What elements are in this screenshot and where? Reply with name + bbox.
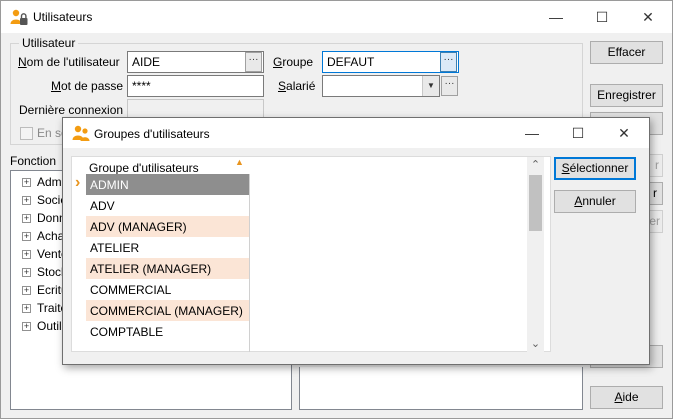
close-button[interactable]: ✕: [625, 1, 671, 33]
en-sommeil-checkbox[interactable]: [20, 127, 33, 140]
dialog-close-button[interactable]: ✕: [601, 118, 647, 148]
scrollbar-thumb[interactable]: [529, 175, 542, 231]
maximize-button[interactable]: ☐: [579, 1, 625, 33]
table-row[interactable]: COMMERCIAL (MANAGER): [86, 300, 249, 321]
dialog-title: Groupes d'utilisateurs: [94, 127, 210, 141]
password-label: Mot de passe: [51, 79, 124, 93]
functions-tree-items: + Adm + Socié + Donn + Acha + Vente + Stock + E…: [22, 175, 68, 337]
salarie-combobox[interactable]: ▼: [322, 75, 440, 97]
expand-icon[interactable]: +: [22, 232, 31, 242]
tree-item[interactable]: + Adm: [22, 175, 68, 193]
functions-label: Fonction: [10, 154, 57, 168]
annuler-button[interactable]: Annuler: [554, 190, 636, 213]
expand-icon[interactable]: +: [22, 250, 31, 260]
users-app-icon: [10, 9, 28, 25]
salarie-browse-button[interactable]: ···: [441, 76, 458, 96]
expand-icon[interactable]: +: [22, 322, 31, 332]
tree-item[interactable]: + Socié: [22, 193, 68, 211]
dialog-maximize-button[interactable]: ☐: [555, 118, 601, 148]
column-divider: [249, 174, 250, 352]
tree-item[interactable]: + Traite: [22, 301, 68, 319]
table-row[interactable]: ADV: [86, 195, 249, 216]
selectionner-button[interactable]: Sélectionner: [554, 157, 636, 180]
groupe-input[interactable]: DEFAUT: [322, 51, 459, 73]
current-row-indicator-icon: ›: [75, 174, 81, 191]
password-value: ****: [132, 79, 151, 93]
aide-button[interactable]: Aide: [590, 386, 663, 409]
table-row[interactable]: ATELIER (MANAGER): [86, 258, 249, 279]
expand-icon[interactable]: +: [22, 304, 31, 314]
sort-ascending-icon[interactable]: ▲: [235, 157, 244, 167]
scroll-down-icon[interactable]: ⌄: [527, 336, 544, 353]
tree-item[interactable]: + Vente: [22, 247, 68, 265]
groupes-dialog: Groupes d'utilisateurs — ☐ ✕ Groupe d'ut…: [62, 117, 650, 365]
effacer-button[interactable]: Effacer: [590, 41, 663, 64]
username-value: AIDE: [132, 55, 161, 69]
expand-icon[interactable]: +: [22, 268, 31, 278]
minimize-button[interactable]: —: [533, 1, 579, 33]
groupe-browse-button[interactable]: ···: [440, 52, 457, 72]
user-groupbox-title: Utilisateur: [19, 36, 79, 50]
groupe-value: DEFAUT: [327, 55, 375, 69]
window-title: Utilisateurs: [33, 10, 93, 24]
expand-icon[interactable]: +: [22, 178, 31, 188]
tree-item[interactable]: + Donn: [22, 211, 68, 229]
detail-panel[interactable]: [299, 367, 583, 410]
table-row[interactable]: COMMERCIAL: [86, 279, 249, 300]
table-row[interactable]: COMPTABLE: [86, 321, 249, 342]
enregistrer-button[interactable]: Enregistrer: [590, 84, 663, 107]
table-row[interactable]: ADMIN: [86, 174, 249, 195]
last-login-label: Dernière connexion: [19, 103, 124, 117]
username-label: Nom de l'utilisateur: [18, 55, 120, 69]
expand-icon[interactable]: +: [22, 286, 31, 296]
groupe-label: Groupe: [273, 55, 314, 69]
username-input[interactable]: AIDE: [127, 51, 264, 73]
table-row[interactable]: ADV (MANAGER): [86, 216, 249, 237]
salarie-label: Salarié: [278, 79, 316, 93]
tree-item[interactable]: + Ecritu: [22, 283, 68, 301]
table-row[interactable]: ATELIER: [86, 237, 249, 258]
salarie-value: [323, 81, 331, 87]
dialog-client: Groupe d'utilisateurs ▲ › ADMIN ADV ADV …: [63, 148, 649, 364]
expand-icon[interactable]: +: [22, 196, 31, 206]
groups-grid[interactable]: Groupe d'utilisateurs ▲ › ADMIN ADV ADV …: [71, 156, 551, 353]
tree-item[interactable]: + Acha: [22, 229, 68, 247]
users-dialog-icon: [72, 125, 90, 141]
title-bar: Utilisateurs — ☐ ✕: [1, 1, 672, 33]
username-browse-button[interactable]: ···: [245, 52, 262, 72]
chevron-down-icon[interactable]: ▼: [422, 76, 439, 96]
tree-item[interactable]: + Stock: [22, 265, 68, 283]
expand-icon[interactable]: +: [22, 214, 31, 224]
scroll-up-icon[interactable]: ⌃: [527, 157, 544, 174]
vertical-scrollbar[interactable]: ⌃ ⌄: [527, 157, 544, 353]
tree-item[interactable]: + Outil: [22, 319, 68, 337]
dialog-minimize-button[interactable]: —: [509, 118, 555, 148]
password-input[interactable]: ****: [127, 75, 264, 97]
